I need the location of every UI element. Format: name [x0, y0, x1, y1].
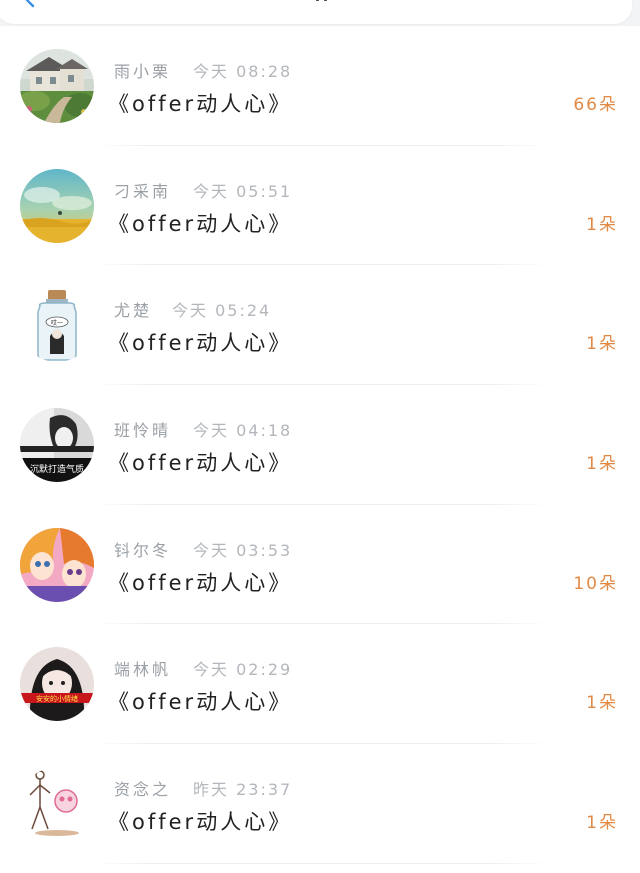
list-item[interactable]: 哎一 尤楚 今天 05:24 《offer动人心》 1朵: [0, 265, 640, 386]
sender-name: 班怜晴: [114, 421, 172, 441]
top-bar: [0, 0, 640, 26]
work-title: 《offer动人心》: [108, 92, 293, 116]
avatar[interactable]: [20, 527, 94, 602]
divider: [94, 862, 548, 864]
sender-name: 钭尔冬: [114, 540, 172, 560]
house-landscape-avatar: [20, 49, 94, 123]
flower-count: 1朵: [586, 214, 618, 235]
avatar[interactable]: [20, 767, 94, 842]
avatar[interactable]: [20, 49, 94, 123]
gift-record-list: 雨小栗 今天 08:28 《offer动人心》 66朵 刁采南 今天 05:51…: [0, 26, 640, 873]
work-title: 《offer动人心》: [108, 451, 293, 476]
bottle-avatar: 哎一: [20, 288, 94, 363]
sender-name: 刁采南: [114, 181, 172, 201]
timestamp: 今天 03:53: [193, 540, 293, 560]
flower-count: 1朵: [586, 693, 618, 714]
avatar[interactable]: 安安的小情绪: [20, 647, 94, 722]
work-title: 《offer动人心》: [108, 211, 293, 236]
timestamp: 今天 05:24: [172, 301, 272, 321]
flower-count: 1朵: [586, 334, 618, 355]
banner-text: 安安的小情绪: [36, 694, 78, 703]
list-item[interactable]: 资念之 昨天 23:37 《offer动人心》 1朵: [0, 744, 640, 864]
girl-photo-avatar: 安安的小情绪: [20, 647, 94, 722]
avatar[interactable]: 哎一: [20, 288, 94, 363]
work-title: 《offer动人心》: [108, 570, 293, 595]
work-title: 《offer动人心》: [108, 331, 293, 356]
timestamp: 今天 04:18: [193, 421, 293, 441]
work-title: 《offer动人心》: [108, 810, 293, 835]
sender-name: 尤楚: [114, 301, 153, 321]
list-item[interactable]: 沉默打造气质 班怜晴 今天 04:18 《offer动人心》 1朵: [0, 385, 640, 505]
sender-name: 资念之: [114, 780, 172, 800]
timestamp: 今天 02:29: [193, 660, 293, 680]
chevron-left-icon[interactable]: [22, 0, 38, 8]
sky-field-avatar: [20, 168, 94, 243]
avatar[interactable]: [20, 168, 94, 243]
list-item[interactable]: 刁采南 今天 05:51 《offer动人心》 1朵: [0, 146, 640, 266]
list-item[interactable]: 钭尔冬 今天 03:53 《offer动人心》 10朵: [0, 505, 640, 625]
monochrome-portrait-avatar: 沉默打造气质: [20, 408, 94, 483]
flower-count: 66朵: [573, 95, 618, 115]
avatar[interactable]: 沉默打造气质: [20, 408, 94, 483]
timestamp: 今天 08:28: [193, 62, 293, 81]
timestamp: 昨天 23:37: [193, 780, 293, 800]
list-item[interactable]: 安安的小情绪 端林帆 今天 02:29 《offer动人心》 1朵: [0, 624, 640, 745]
anime-girls-avatar: [20, 527, 94, 602]
sender-name: 端林帆: [114, 660, 172, 680]
list-item[interactable]: 雨小栗 今天 08:28 《offer动人心》 66朵: [0, 26, 640, 146]
flower-count: 1朵: [586, 454, 618, 475]
flower-count: 10朵: [573, 573, 618, 594]
portrait-caption: 沉默打造气质: [30, 463, 84, 475]
flower-count: 1朵: [586, 813, 618, 834]
bottle-text: 哎一: [51, 319, 63, 327]
timestamp: 今天 05:51: [193, 181, 293, 201]
sender-name: 雨小栗: [114, 62, 172, 81]
wire-figure-avatar: [20, 767, 94, 842]
header-title-fragment: [316, 0, 327, 1]
work-title: 《offer动人心》: [108, 690, 293, 715]
